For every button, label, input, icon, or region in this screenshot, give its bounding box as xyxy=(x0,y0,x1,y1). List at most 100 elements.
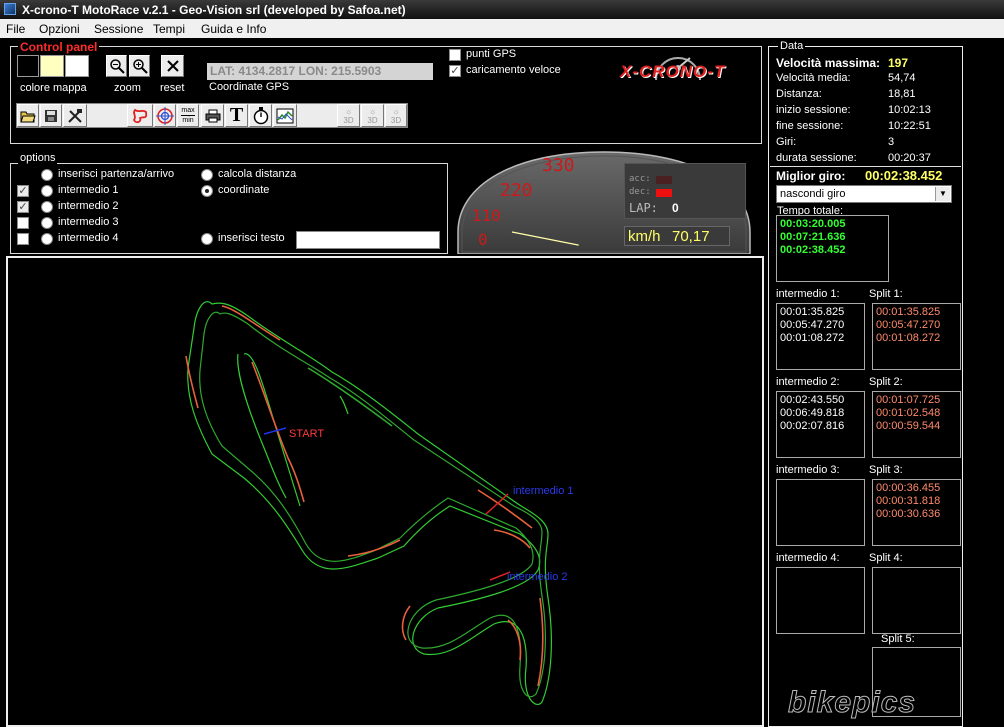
max-label: max xyxy=(181,107,195,114)
track-icon xyxy=(132,108,148,123)
label-intermedio-1: intermedio 1 xyxy=(58,184,119,196)
colore-mappa-label: colore mappa xyxy=(20,82,87,94)
stat-value: 197 xyxy=(888,56,909,70)
intermedio-2-time: 00:02:07.816 xyxy=(780,420,845,432)
gauge-label-220: 220 xyxy=(500,180,533,201)
save-icon xyxy=(45,109,57,122)
stat-label: Velocità massima: xyxy=(776,56,881,70)
color-swatch-2[interactable] xyxy=(40,55,64,77)
track-map[interactable]: START intermedio 1 intermedio 2 xyxy=(6,256,764,727)
intermedio-1-list: 00:01:35.825 00:05:47.270 00:01:08.272 xyxy=(776,303,865,370)
checkbox-intermedio-2[interactable]: ✓ xyxy=(17,201,29,213)
stat-giri: Giri: 3 xyxy=(776,136,956,148)
reset-button[interactable] xyxy=(161,55,184,77)
menu-sessione[interactable]: Sessione xyxy=(94,22,143,36)
color-swatch-1[interactable] xyxy=(17,55,39,77)
print-button[interactable] xyxy=(201,104,224,127)
stat-velocita-media: Velocità media: 54,74 xyxy=(776,72,956,84)
target-icon xyxy=(156,106,174,125)
stat-velocita-massima: Velocità massima: 197 xyxy=(776,56,956,70)
stat-value: 10:02:13 xyxy=(888,104,931,116)
radio-calcola-distanza[interactable] xyxy=(201,169,213,181)
view-3d-button-3[interactable]: ☼ 3D xyxy=(385,104,407,127)
menu-file[interactable]: File xyxy=(6,22,25,36)
radio-intermedio-3[interactable] xyxy=(41,217,53,229)
intermedio-3-label: intermedio 3: xyxy=(776,464,840,476)
gauge-label-330: 330 xyxy=(542,155,575,176)
split-3-time: 00:00:31.818 xyxy=(876,495,941,507)
zoom-label: zoom xyxy=(114,82,141,94)
radio-intermedio-4[interactable] xyxy=(41,233,53,245)
intermedio-2-label: intermedio 2: xyxy=(776,376,840,388)
punti-gps-checkbox[interactable] xyxy=(449,49,461,61)
text-icon: T xyxy=(229,104,244,126)
split-3-label: Split 3: xyxy=(869,464,903,476)
menu-opzioni[interactable]: Opzioni xyxy=(39,22,80,36)
lap-select[interactable]: nascondi giro ▼ xyxy=(776,185,952,203)
dec-indicator xyxy=(656,189,672,197)
stat-label: Giri: xyxy=(776,136,797,148)
split-2-label: Split 2: xyxy=(869,376,903,388)
label-coordinate: coordinate xyxy=(218,184,270,196)
intermedio-1-time: 00:01:08.272 xyxy=(780,332,845,344)
inserisci-testo-input[interactable] xyxy=(296,231,440,249)
chart-button[interactable] xyxy=(273,104,297,127)
acc-label: acc: xyxy=(629,174,651,184)
logo-text: X-CRONO-T xyxy=(620,62,726,81)
chevron-down-icon[interactable]: ▼ xyxy=(935,187,950,201)
split-1-time: 00:01:35.825 xyxy=(876,306,941,318)
color-swatch-3[interactable] xyxy=(65,55,89,77)
stat-value: 00:20:37 xyxy=(888,152,931,164)
menu-tempi[interactable]: Tempi xyxy=(153,22,185,36)
lap-label: LAP: xyxy=(629,201,658,215)
checkbox-intermedio-3[interactable] xyxy=(17,217,29,229)
open-button[interactable] xyxy=(17,104,39,127)
intermedio-2-time: 00:02:43.550 xyxy=(780,394,845,406)
split-3-list: 00:00:36.455 00:00:31.818 00:00:30.636 xyxy=(872,479,961,546)
tools-button[interactable] xyxy=(63,104,87,127)
stat-label: durata sessione: xyxy=(776,152,857,164)
stopwatch-icon xyxy=(253,106,268,124)
track-button[interactable] xyxy=(127,104,153,127)
view-3d-button-2[interactable]: ☼ 3D xyxy=(361,104,384,127)
menu-guida-e-info[interactable]: Guida e Info xyxy=(201,22,266,36)
intermedio-2-time: 00:06:49.818 xyxy=(780,407,845,419)
open-folder-icon xyxy=(20,111,36,122)
speed-value: 70,17 xyxy=(672,228,710,245)
intermedio-1-time: 00:01:35.825 xyxy=(780,306,845,318)
radio-inserisci-testo[interactable] xyxy=(201,233,213,245)
caricamento-veloce-label: caricamento veloce xyxy=(466,64,561,76)
checkbox-intermedio-1[interactable]: ✓ xyxy=(17,185,29,197)
stat-durata-sessione: durata sessione: 00:20:37 xyxy=(776,152,956,164)
window-title: X-crono-T MotoRace v.2.1 - Geo-Vision sr… xyxy=(22,3,406,17)
caricamento-veloce-checkbox[interactable]: ✓ xyxy=(449,65,461,77)
split-label-2: intermedio 2 xyxy=(507,571,568,583)
lap-select-value: nascondi giro xyxy=(780,188,846,200)
max-min-button[interactable]: max min xyxy=(177,104,199,127)
stat-label: Distanza: xyxy=(776,88,822,100)
options-title: options xyxy=(18,152,58,164)
xcronot-logo: X-CRONO-T xyxy=(612,50,754,90)
zoom-out-button[interactable] xyxy=(106,55,127,77)
start-marker xyxy=(263,427,287,435)
save-button[interactable] xyxy=(40,104,62,127)
stopwatch-button[interactable] xyxy=(249,104,272,127)
radio-coordinate[interactable] xyxy=(201,185,213,197)
data-title: Data xyxy=(778,40,806,52)
zoom-in-button[interactable] xyxy=(129,55,150,77)
print-icon xyxy=(205,109,220,122)
punti-gps-label: punti GPS xyxy=(466,48,517,60)
split-2-time: 00:00:59.544 xyxy=(876,420,941,432)
view-3d-button-1[interactable]: ☼ 3D xyxy=(337,104,360,127)
radio-partenza-arrivo[interactable] xyxy=(41,169,53,181)
radio-intermedio-1[interactable] xyxy=(41,185,53,197)
split-2-time: 00:01:07.725 xyxy=(876,394,941,406)
checkbox-intermedio-4[interactable] xyxy=(17,233,29,245)
radio-intermedio-2[interactable] xyxy=(41,201,53,213)
target-button[interactable] xyxy=(154,104,176,127)
max-min-divider xyxy=(181,115,195,116)
text-button[interactable]: T xyxy=(225,104,248,127)
close-x-icon xyxy=(166,60,179,72)
view-3d-label: 3D xyxy=(390,115,402,125)
split-2-time: 00:01:02.548 xyxy=(876,407,941,419)
